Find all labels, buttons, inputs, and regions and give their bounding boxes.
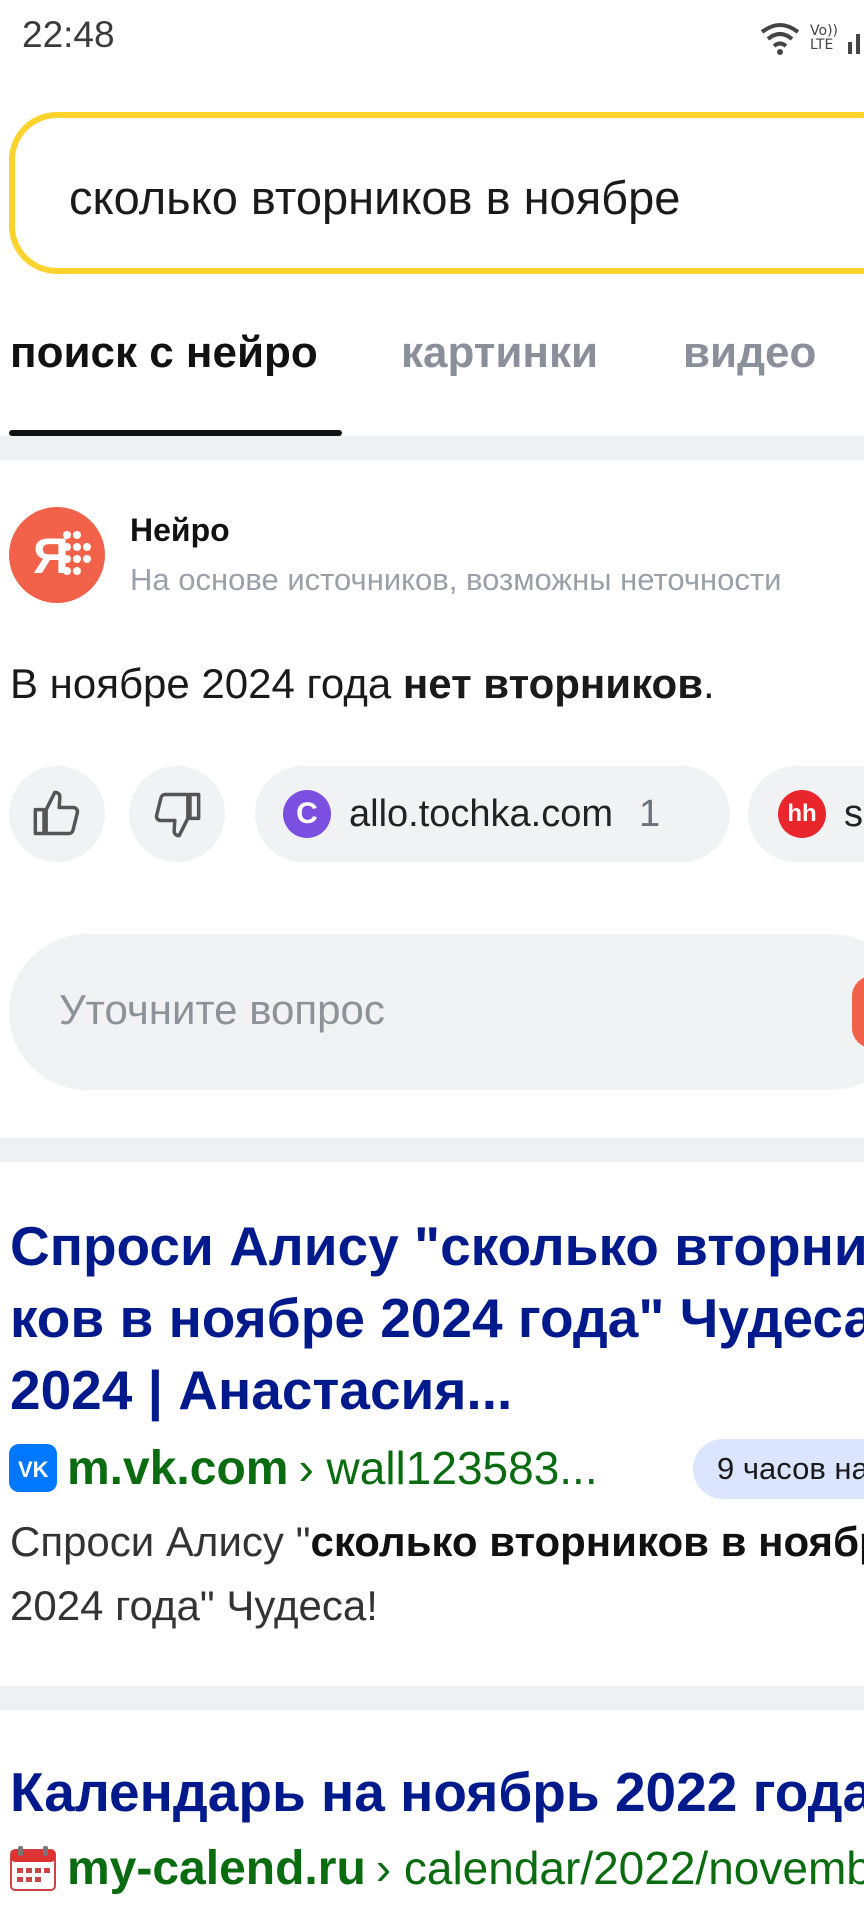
divider xyxy=(0,436,864,460)
result-domain: m.vk.com xyxy=(67,1441,289,1495)
svg-text:VK: VK xyxy=(18,1457,49,1482)
result-url[interactable]: my-calend.ru › calendar/2022/november xyxy=(9,1838,864,1898)
refine-submit-button[interactable] xyxy=(852,976,864,1048)
status-time: 22:48 xyxy=(22,14,115,55)
result-path: › wall123583... xyxy=(298,1442,598,1494)
tab-video[interactable]: видео xyxy=(683,328,816,378)
neuro-title: Нейро xyxy=(130,512,230,548)
thumbs-down-icon xyxy=(154,792,201,838)
result-domain: my-calend.ru xyxy=(67,1841,366,1895)
neuro-disclaimer: На основе источников, возможны неточност… xyxy=(130,562,782,597)
search-input[interactable]: сколько вторников в ноябре xyxy=(9,112,864,274)
source-label: allo.tochka.com xyxy=(349,792,614,835)
result-time-badge: 9 часов назад xyxy=(693,1439,864,1499)
refine-placeholder: Уточните вопрос xyxy=(59,986,385,1033)
divider xyxy=(0,1138,864,1162)
source-count: 1 xyxy=(639,792,661,835)
result-snippet: Спроси Алису "сколько вторников в ноябре… xyxy=(10,1518,864,1629)
lte-indicator: Vo)) LTE xyxy=(810,23,838,53)
result-title-link[interactable]: Календарь на ноябрь 2022 года xyxy=(10,1756,864,1828)
thumbs-up-icon xyxy=(33,790,80,836)
dislike-button[interactable] xyxy=(129,766,225,862)
status-icons: Vo)) LTE xyxy=(758,18,864,58)
neuro-answer-text: В ноябре 2024 года нет вторников. xyxy=(10,660,715,707)
refine-question-input[interactable]: Уточните вопрос xyxy=(9,934,864,1090)
tochka-logo-icon: C xyxy=(283,790,331,838)
tab-neuro-search[interactable]: поиск с нейро xyxy=(10,328,318,378)
source-label: s xyxy=(844,792,863,835)
source-chip-allo-tochka[interactable]: C allo.tochka.com 1 xyxy=(255,766,730,862)
search-tabs: поиск с нейро картинки видео xyxy=(0,320,864,440)
result-url[interactable]: VK m.vk.com › wall123583... xyxy=(9,1438,598,1498)
source-chip-hh[interactable]: hh s xyxy=(748,766,864,862)
hh-logo-icon: hh xyxy=(778,790,826,838)
tab-images[interactable]: картинки xyxy=(401,328,598,378)
search-query: сколько вторников в ноябре xyxy=(69,171,681,224)
signal-icon xyxy=(848,34,860,54)
neuro-logo-icon: Я xyxy=(9,507,105,603)
status-bar: 22:48 Vo)) LTE xyxy=(0,0,864,72)
calendar-icon xyxy=(10,1846,56,1891)
vk-logo-icon: VK xyxy=(9,1444,57,1492)
result-title-link[interactable]: Спроси Алису "сколько вторни- ков в нояб… xyxy=(10,1210,864,1426)
result-path: › calendar/2022/november xyxy=(375,1842,864,1894)
search-results-page: 22:48 Vo)) LTE сколько вторников в ноябр… xyxy=(0,0,864,1920)
like-button[interactable] xyxy=(9,766,105,862)
wifi-icon xyxy=(760,23,800,55)
divider xyxy=(0,1686,864,1710)
